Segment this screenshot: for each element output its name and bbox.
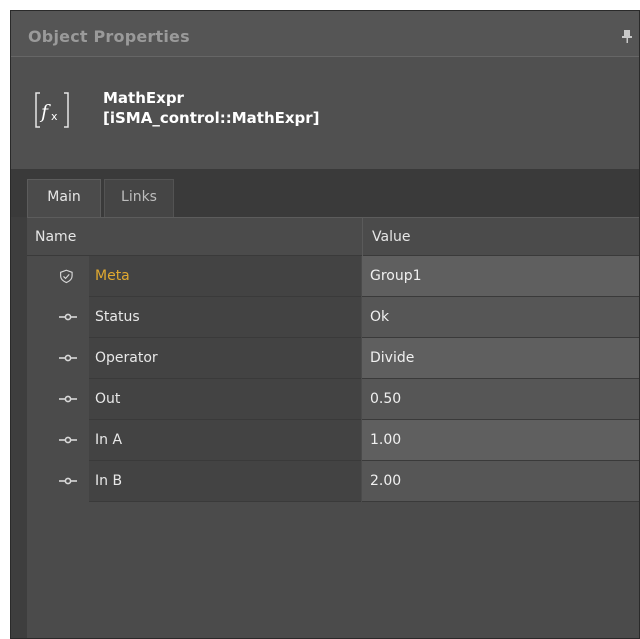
- row-value[interactable]: 0.50: [370, 391, 401, 407]
- row-value[interactable]: Ok: [370, 309, 389, 325]
- row-name: Out: [95, 391, 121, 407]
- column-header-name[interactable]: Name: [35, 229, 76, 245]
- row-value[interactable]: 2.00: [370, 473, 401, 489]
- table-row[interactable]: In B 2.00: [27, 461, 639, 502]
- slot-icon: [59, 436, 77, 444]
- svg-text:f: f: [39, 101, 51, 123]
- table-row[interactable]: Operator Divide: [27, 338, 639, 379]
- row-name: In A: [95, 432, 123, 448]
- object-properties-panel: Object Properties f x MathExpr [iSMA_con…: [10, 10, 640, 639]
- tab-links[interactable]: Links: [104, 179, 174, 217]
- slot-icon: [59, 395, 77, 403]
- fx-icon: f x: [35, 92, 69, 128]
- table-row[interactable]: Status Ok: [27, 297, 639, 338]
- row-name: In B: [95, 473, 123, 489]
- object-name: MathExpr: [103, 89, 184, 107]
- object-type: [iSMA_control::MathExpr]: [103, 109, 320, 127]
- svg-text:x: x: [51, 110, 58, 123]
- panel-title: Object Properties: [28, 27, 190, 46]
- table-header: Name Value: [27, 218, 639, 256]
- pin-icon[interactable]: [621, 29, 633, 43]
- row-name: Meta: [95, 268, 130, 284]
- shield-icon: [60, 269, 73, 284]
- row-name: Operator: [95, 350, 158, 366]
- tab-main[interactable]: Main: [27, 179, 101, 217]
- slot-icon: [59, 354, 77, 362]
- slot-icon: [59, 477, 77, 485]
- column-header-value[interactable]: Value: [372, 229, 410, 245]
- table-empty-area: [27, 504, 639, 638]
- table-row[interactable]: In A 1.00: [27, 420, 639, 461]
- properties-table: Name Value Meta Group1 Status Ok Operato…: [27, 217, 639, 638]
- column-divider[interactable]: [362, 218, 363, 256]
- row-value[interactable]: Group1: [370, 268, 422, 284]
- slot-icon: [59, 313, 77, 321]
- object-header: f x MathExpr [iSMA_control::MathExpr]: [11, 57, 639, 169]
- tab-bar: Main Links: [11, 169, 639, 217]
- row-value[interactable]: Divide: [370, 350, 414, 366]
- row-name: Status: [95, 309, 140, 325]
- row-value[interactable]: 1.00: [370, 432, 401, 448]
- table-row[interactable]: Meta Group1: [27, 256, 639, 297]
- table-row[interactable]: Out 0.50: [27, 379, 639, 420]
- panel-title-bar: Object Properties: [11, 11, 639, 57]
